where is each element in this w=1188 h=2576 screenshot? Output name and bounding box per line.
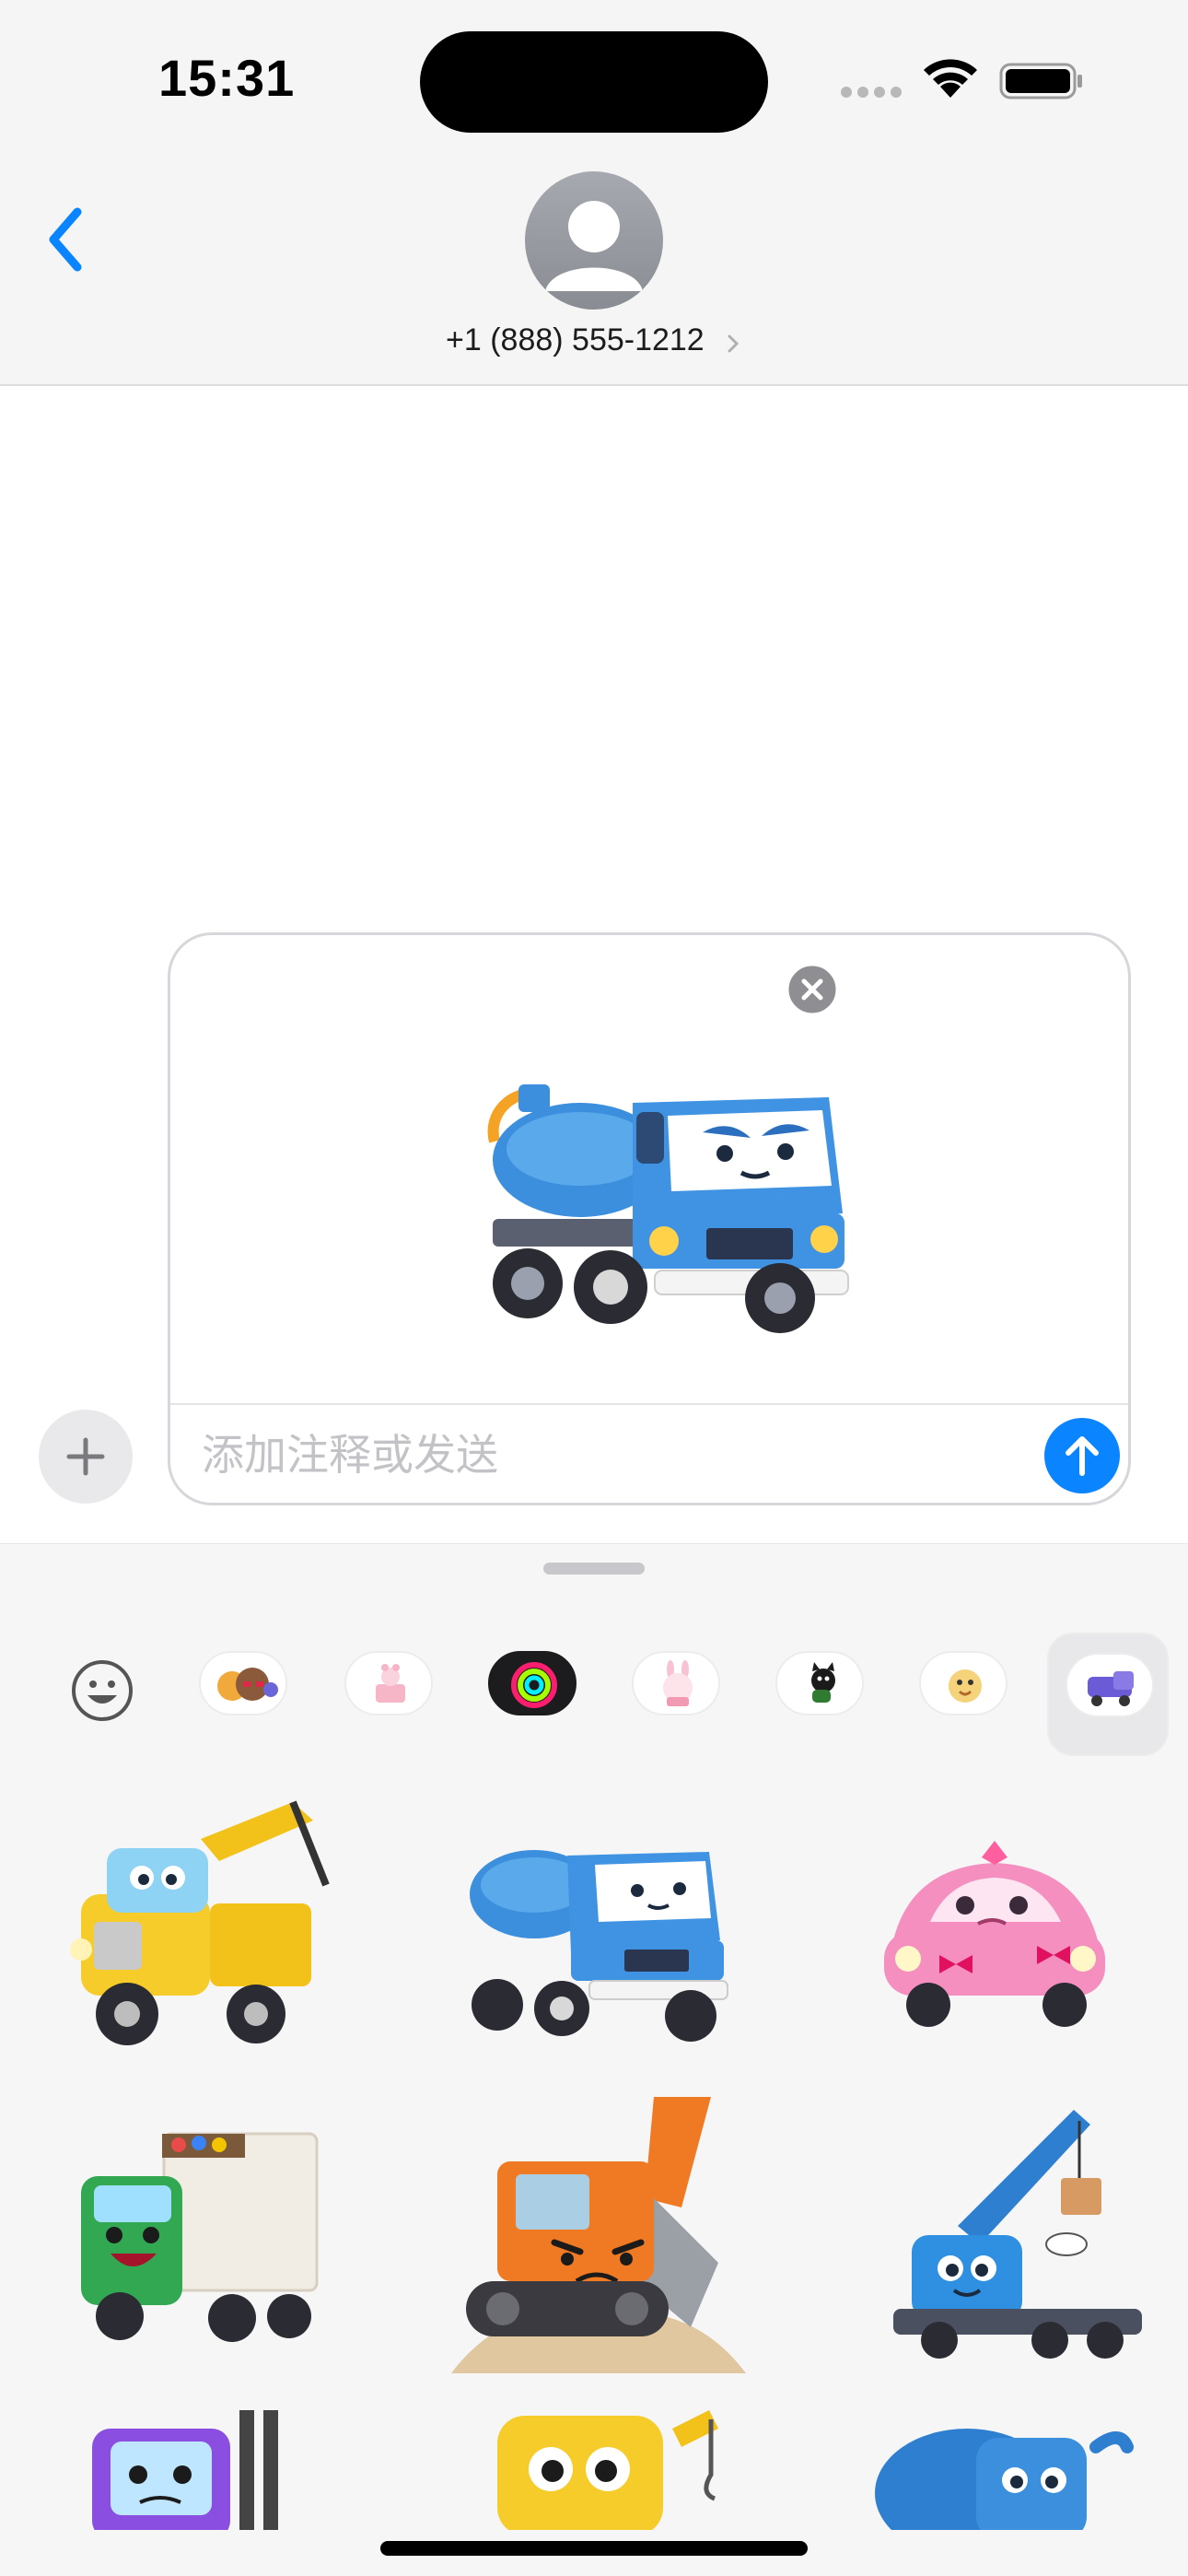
smiley-icon[interactable] [70,1658,134,1723]
sticker-pack-yellow-character[interactable] [919,1651,1007,1715]
cellular-signal-icon [841,87,902,98]
conversation-header: 15:31 +1 (888) 555-1212 [0,0,1188,386]
sticker-pack-memoji[interactable] [199,1651,287,1715]
sticker-pack-vehicles-selected[interactable] [1047,1633,1169,1756]
sticker-drawer [0,1543,1188,2576]
sticker-pack-pink-cake[interactable] [344,1651,433,1715]
compose-box[interactable] [168,932,1131,1505]
sticker-pack-bar [0,1633,1188,1756]
status-time: 15:31 [158,49,296,107]
sticker-blue-tanker-truck[interactable] [460,1784,737,2060]
wifi-icon [924,59,977,98]
sticker-blue-vacuum-truck[interactable] [866,2410,1142,2558]
sticker-pack-pink-bunny[interactable] [632,1651,720,1715]
contact-avatar[interactable] [525,171,663,310]
drawer-grabber[interactable] [543,1563,645,1575]
attached-sticker-blue-tanker-truck[interactable] [474,1057,861,1361]
sticker-pack-black-cat[interactable] [775,1651,864,1715]
sticker-yellow-crane[interactable] [479,2410,755,2535]
sticker-yellow-crane-truck[interactable] [63,1784,339,2060]
home-indicator[interactable] [380,2541,808,2556]
comment-input[interactable] [202,1418,994,1492]
sticker-green-box-truck[interactable] [63,2097,339,2373]
person-icon [545,201,643,291]
send-button[interactable] [1044,1418,1120,1493]
sticker-orange-excavator[interactable] [451,2097,746,2373]
sticker-purple-forklift[interactable] [83,2410,359,2539]
battery-icon [999,63,1082,100]
remove-attachment-button[interactable] [786,963,839,1016]
sticker-pack-vehicles[interactable] [1066,1653,1154,1717]
contact-name[interactable]: +1 (888) 555-1212 [446,322,759,358]
sticker-blue-mobile-crane[interactable] [884,2097,1160,2373]
chevron-right-icon[interactable] [727,334,740,354]
back-chevron-icon[interactable] [41,203,90,276]
dynamic-island [420,31,768,133]
arrow-up-icon [1066,1436,1099,1476]
plus-icon [66,1437,105,1476]
apps-plus-button[interactable] [39,1410,133,1504]
sticker-pack-activity-rings[interactable] [488,1651,577,1715]
sticker-pink-car[interactable] [856,1784,1133,2060]
compose-divider [170,1403,1128,1405]
